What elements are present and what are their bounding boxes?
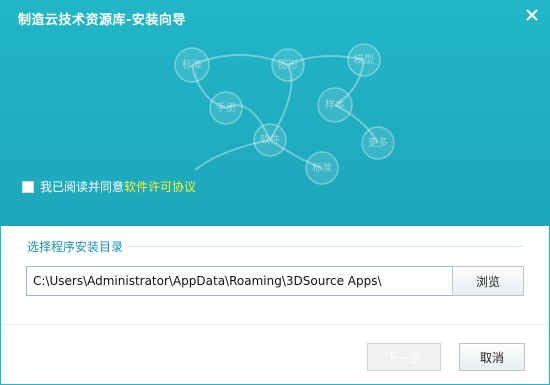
network-node-label: 标准 (182, 59, 202, 71)
network-node-label: 软件 (260, 133, 280, 146)
section-divider (128, 246, 524, 247)
close-icon (526, 9, 538, 21)
license-agreement-link[interactable]: 软件许可协议 (124, 178, 196, 195)
footer-divider (0, 324, 550, 325)
next-button[interactable]: 下一步 (367, 343, 441, 371)
agree-checkbox[interactable] (22, 180, 34, 193)
network-node-label: 标准 (312, 162, 332, 174)
network-node-label: 模型 (354, 53, 374, 66)
close-button[interactable] (514, 0, 550, 30)
agree-prefix-text: 我已阅读并同意 (40, 180, 125, 194)
license-agreement: 我已阅读并同意 软件许可协议 (22, 178, 196, 195)
resource-network-graphic: 标准 图形 模型 手册 样本 软件 更多 标准 (174, 43, 395, 185)
install-path-input[interactable] (26, 266, 458, 296)
install-dir-title: 选择程序安装目录 (27, 240, 124, 254)
browse-button[interactable]: 浏览 (452, 266, 524, 296)
network-node-label: 图形 (278, 59, 298, 71)
window-title: 制造云技术资源库-安装向导 (18, 13, 186, 28)
cancel-button[interactable]: 取消 (459, 343, 525, 371)
network-node-label: 手册 (216, 101, 236, 114)
header-banner: 制造云技术资源库-安装向导 标准 图形 模型 手册 样本 软件 更多 标准 我已… (0, 0, 550, 226)
network-node-label: 更多 (368, 136, 388, 149)
window-border-left (0, 226, 1, 385)
installer-window: 制造云技术资源库-安装向导 标准 图形 模型 手册 样本 软件 更多 标准 我已… (0, 0, 550, 385)
network-node-label: 样本 (325, 98, 345, 111)
